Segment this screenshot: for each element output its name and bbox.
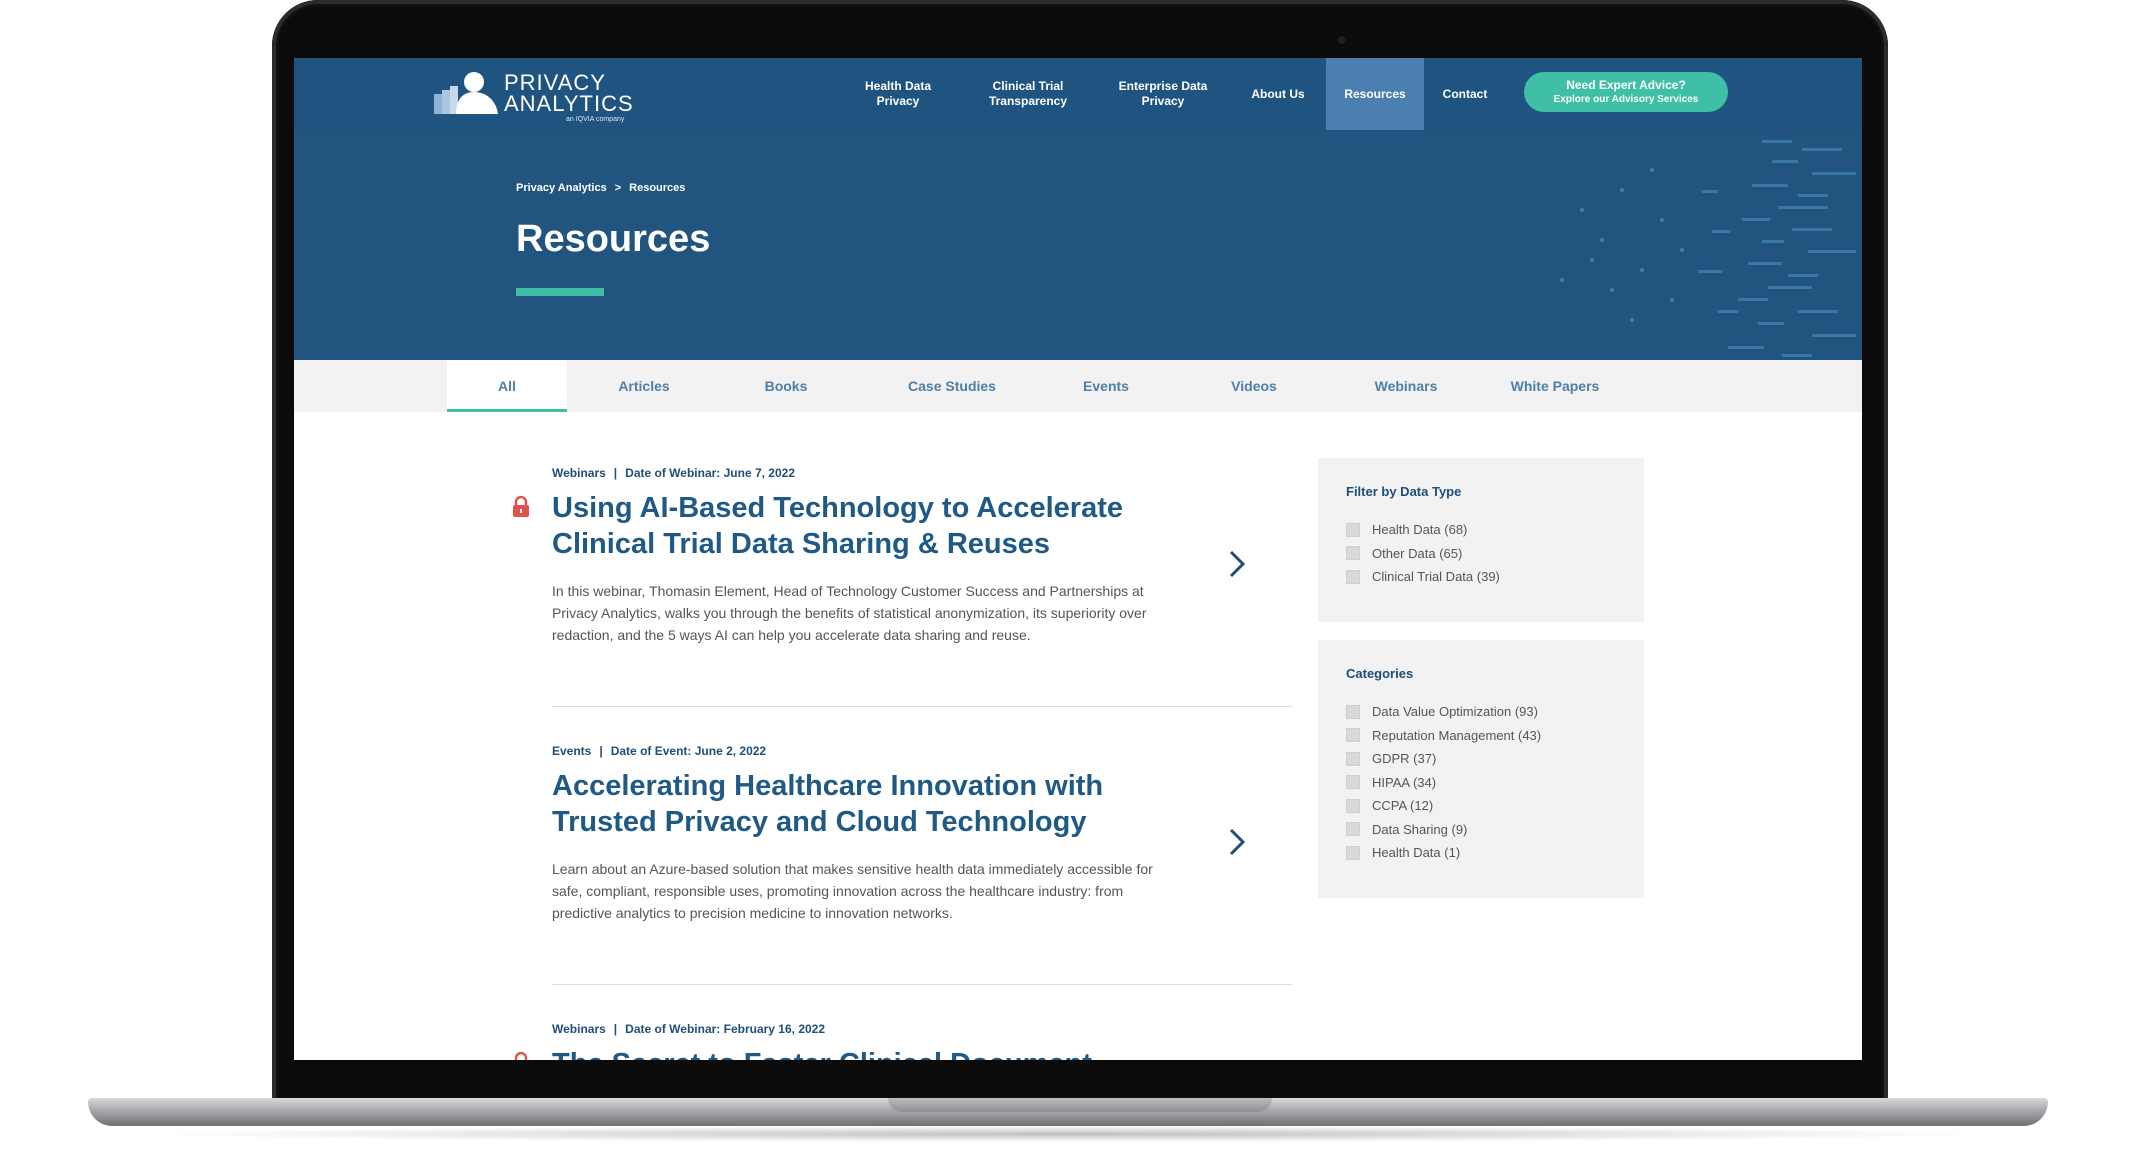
logo-silhouette-icon — [434, 72, 498, 114]
tab-white-papers[interactable]: White Papers — [1490, 360, 1620, 412]
tab-books[interactable]: Books — [736, 360, 836, 412]
resource-item[interactable]: Events | Date of Event: June 2, 2022 Acc… — [552, 744, 1292, 924]
filter-data-type-panel: Filter by Data Type Health Data (68) Oth… — [1318, 458, 1644, 622]
tab-videos[interactable]: Videos — [1204, 360, 1304, 412]
categories-list: Data Value Optimization (93) Reputation … — [1346, 700, 1541, 865]
checkbox-icon[interactable] — [1346, 728, 1360, 743]
nav-resources[interactable]: Resources — [1326, 58, 1424, 130]
lock-icon — [514, 1052, 528, 1060]
hero-banner: Privacy Analytics > Resources Resources — [294, 130, 1862, 360]
category-option-label: Data Sharing (9) — [1372, 821, 1468, 837]
filter-data-type-title: Filter by Data Type — [1346, 484, 1462, 499]
resource-type[interactable]: Webinars — [552, 1022, 606, 1036]
chevron-right-icon[interactable] — [1224, 826, 1250, 858]
nav-health-data-privacy[interactable]: Health Data Privacy — [836, 58, 960, 130]
lock-icon — [513, 496, 529, 517]
browser-screen: PRIVACY ANALYTICS an IQVIA company Healt… — [294, 58, 1862, 1060]
category-option[interactable]: Reputation Management (43) — [1346, 724, 1541, 748]
checkbox-icon[interactable] — [1346, 822, 1360, 837]
checkbox-icon[interactable] — [1346, 775, 1360, 790]
breadcrumb-separator: > — [614, 182, 622, 194]
category-option[interactable]: GDPR (37) — [1346, 747, 1541, 771]
category-option-label: Data Value Optimization (93) — [1372, 704, 1538, 720]
tab-webinars[interactable]: Webinars — [1351, 360, 1461, 412]
data-pattern-graphic — [1560, 140, 1856, 357]
category-option[interactable]: Data Value Optimization (93) — [1346, 700, 1541, 724]
tab-articles[interactable]: Articles — [594, 360, 694, 412]
category-option-label: CCPA (12) — [1372, 798, 1434, 814]
breadcrumb: Privacy Analytics > Resources — [516, 182, 685, 194]
resource-type-tabs: All Articles Books Case Studies Events V… — [294, 360, 1862, 412]
laptop-notch — [888, 1098, 1272, 1112]
cta-line2: Explore our Advisory Services — [1553, 94, 1699, 105]
filter-option[interactable]: Health Data (68) — [1346, 518, 1500, 542]
checkbox-icon[interactable] — [1346, 546, 1360, 561]
nav-contact[interactable]: Contact — [1424, 58, 1506, 130]
main-nav: Health Data Privacy Clinical Trial Trans… — [836, 58, 1506, 130]
categories-title: Categories — [1346, 666, 1414, 681]
checkbox-icon[interactable] — [1346, 569, 1360, 584]
filter-option[interactable]: Other Data (65) — [1346, 542, 1500, 566]
category-option[interactable]: Data Sharing (9) — [1346, 818, 1541, 842]
logo-text-line2: ANALYTICS — [504, 91, 634, 116]
checkbox-icon[interactable] — [1346, 522, 1360, 537]
meta-separator: | — [599, 744, 603, 758]
resource-item[interactable]: Webinars | Date of Webinar: February 16,… — [514, 1022, 1292, 1060]
checkbox-icon[interactable] — [1346, 798, 1360, 813]
category-option[interactable]: HIPAA (34) — [1346, 771, 1541, 795]
logo-tagline: an IQVIA company — [566, 116, 625, 123]
laptop-shadow — [140, 1126, 1996, 1142]
tab-all[interactable]: All — [447, 360, 567, 412]
title-underline — [516, 288, 604, 296]
resource-divider — [552, 706, 1292, 707]
resource-title[interactable]: Using AI-Based Technology to Accelerate … — [552, 490, 1192, 562]
breadcrumb-home-link[interactable]: Privacy Analytics — [516, 182, 607, 194]
checkbox-icon[interactable] — [1346, 751, 1360, 766]
category-option-label: Reputation Management (43) — [1372, 727, 1542, 743]
advisory-cta-button[interactable]: Need Expert Advice? Explore our Advisory… — [1524, 72, 1728, 112]
filter-option-label: Other Data (65) — [1372, 545, 1463, 561]
meta-separator: | — [613, 466, 618, 480]
meta-separator: | — [613, 1022, 618, 1036]
cta-line1: Need Expert Advice? — [1566, 78, 1686, 92]
category-option[interactable]: Health Data (1) — [1346, 841, 1541, 865]
tab-case-studies[interactable]: Case Studies — [892, 360, 1012, 412]
resource-date: Date of Event: June 2, 2022 — [610, 744, 767, 758]
checkbox-icon[interactable] — [1346, 845, 1360, 860]
filter-option[interactable]: Clinical Trial Data (39) — [1346, 565, 1500, 589]
category-option[interactable]: CCPA (12) — [1346, 794, 1541, 818]
category-option-label: GDPR (37) — [1372, 751, 1437, 767]
resource-divider — [552, 984, 1292, 985]
resource-description: In this webinar, Thomasin Element, Head … — [552, 583, 1147, 643]
category-option-label: HIPAA (34) — [1372, 774, 1437, 790]
checkbox-icon[interactable] — [1346, 704, 1360, 719]
breadcrumb-current: Resources — [629, 182, 686, 194]
site-logo[interactable]: PRIVACY ANALYTICS an IQVIA company — [434, 64, 644, 124]
resource-title[interactable]: The Secret to Faster Clinical Document — [552, 1046, 1192, 1060]
nav-enterprise-data-privacy[interactable]: Enterprise Data Privacy — [1096, 58, 1230, 130]
tab-events[interactable]: Events — [1056, 360, 1156, 412]
categories-panel: Categories Data Value Optimization (93) … — [1318, 640, 1644, 898]
chevron-right-icon[interactable] — [1224, 548, 1250, 580]
resource-date: Date of Webinar: June 7, 2022 — [625, 466, 795, 480]
resource-type[interactable]: Webinars — [552, 466, 606, 480]
filter-data-type-list: Health Data (68) Other Data (65) Clinica… — [1346, 518, 1500, 589]
page-title: Resources — [516, 218, 711, 260]
camera-icon — [1338, 36, 1346, 44]
category-option-label: Health Data (1) — [1372, 845, 1461, 861]
resource-meta: Events | Date of Event: June 2, 2022 — [552, 744, 1292, 758]
nav-clinical-trial-transparency[interactable]: Clinical Trial Transparency — [960, 58, 1096, 130]
resource-description: Learn about an Azure-based solution that… — [552, 861, 1153, 921]
resource-type[interactable]: Events — [552, 744, 591, 758]
resource-date: Date of Webinar: February 16, 2022 — [625, 1022, 826, 1036]
resource-item[interactable]: Webinars | Date of Webinar: June 7, 2022… — [513, 466, 1292, 646]
resource-meta: Webinars | Date of Webinar: June 7, 2022 — [552, 466, 1292, 480]
site-header: PRIVACY ANALYTICS an IQVIA company Healt… — [294, 58, 1862, 130]
filter-option-label: Health Data (68) — [1372, 522, 1468, 538]
filter-option-label: Clinical Trial Data (39) — [1372, 569, 1500, 585]
resource-meta: Webinars | Date of Webinar: February 16,… — [552, 1022, 1292, 1036]
nav-about-us[interactable]: About Us — [1230, 58, 1326, 130]
resource-title[interactable]: Accelerating Healthcare Innovation with … — [552, 768, 1192, 840]
